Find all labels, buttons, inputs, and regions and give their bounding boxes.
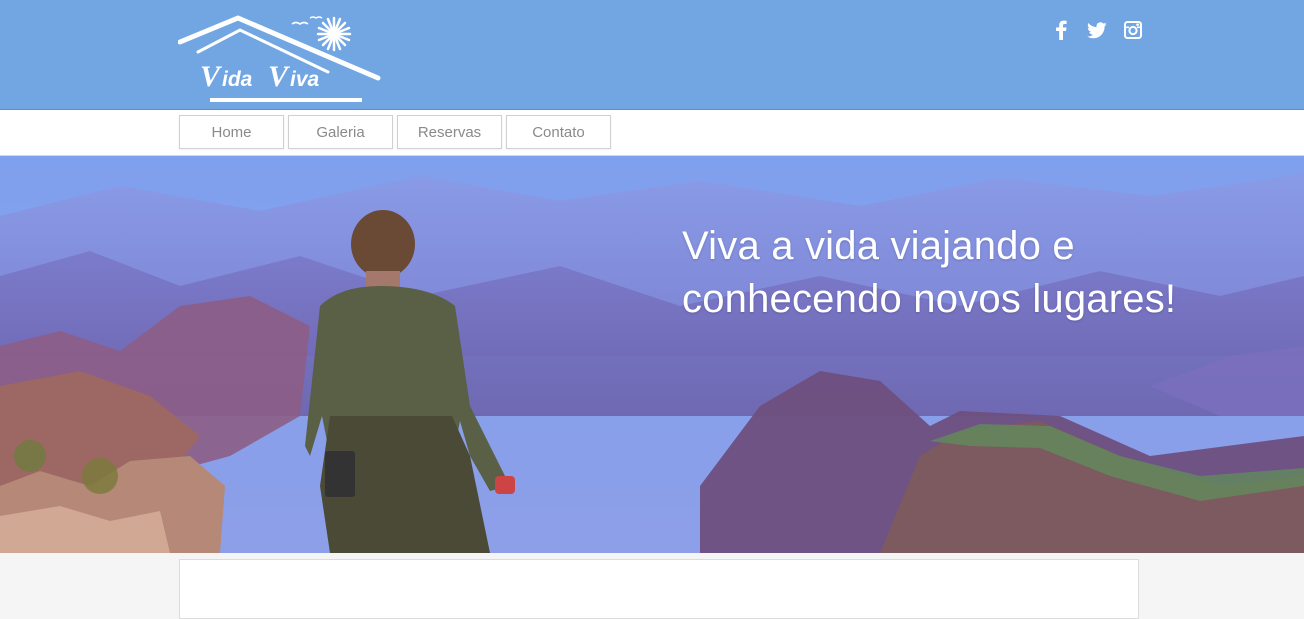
svg-text:V: V: [268, 60, 291, 93]
nav-list: Home Galeria Reservas Contato: [179, 115, 611, 149]
twitter-icon[interactable]: [1086, 18, 1108, 42]
vida-viva-logo[interactable]: V ida V iva: [178, 12, 382, 104]
hero-headline-line-2: conhecendo novos lugares!: [682, 277, 1177, 321]
nav-item-home[interactable]: Home: [179, 115, 284, 149]
social-links: [1050, 18, 1144, 42]
svg-text:V: V: [200, 60, 223, 93]
nav-item-contato[interactable]: Contato: [506, 115, 611, 149]
site-header: V ida V iva: [0, 0, 1304, 110]
logo-graphic: V ida V iva: [178, 15, 381, 102]
instagram-icon[interactable]: [1122, 18, 1144, 42]
hero-headline-line-1: Viva a vida viajando e: [682, 224, 1075, 268]
nav-item-reservas[interactable]: Reservas: [397, 115, 502, 149]
nav-item-galeria[interactable]: Galeria: [288, 115, 393, 149]
hero-headline: Viva a vida viajando e conhecendo novos …: [682, 220, 1242, 326]
main-navigation: Home Galeria Reservas Contato: [0, 110, 1304, 156]
facebook-icon[interactable]: [1050, 18, 1072, 42]
hero-landscape-image: [0, 156, 1304, 553]
hero-banner: Viva a vida viajando e conhecendo novos …: [0, 156, 1304, 553]
svg-text:iva: iva: [290, 68, 320, 91]
content-card: [179, 559, 1139, 619]
svg-text:ida: ida: [222, 68, 253, 91]
